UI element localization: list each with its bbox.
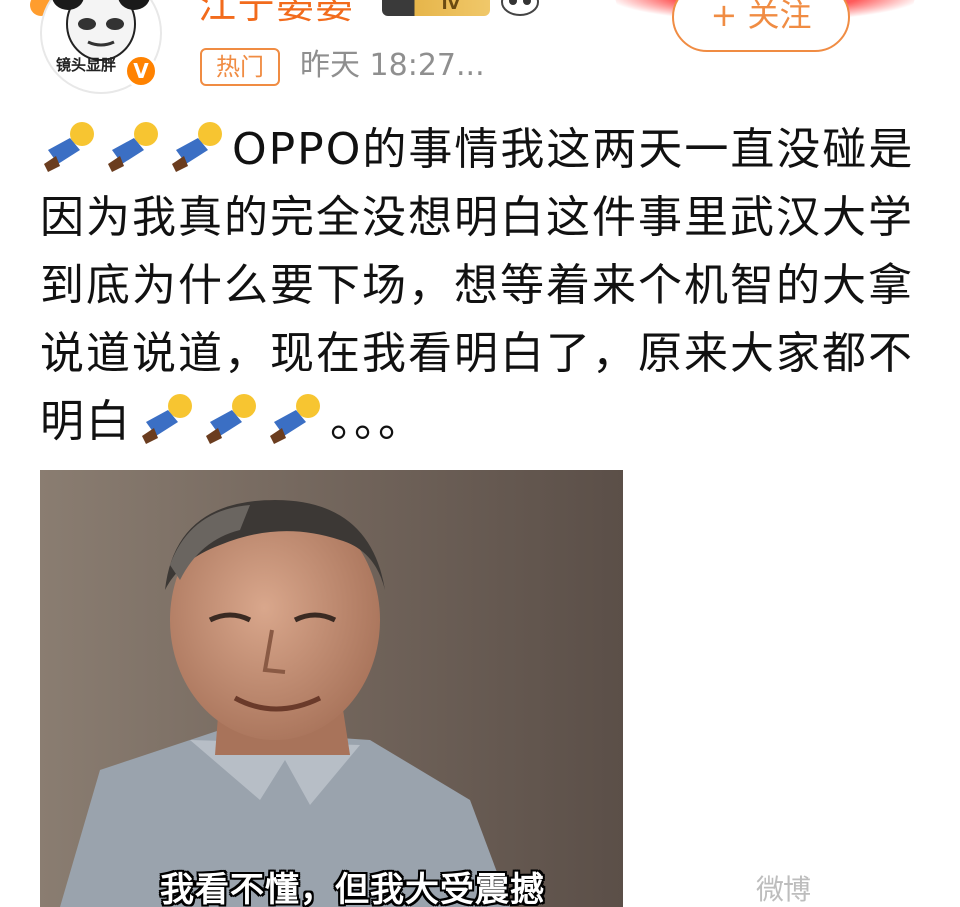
verified-badge-icon: V bbox=[124, 54, 158, 88]
kneel-emoji-icon bbox=[142, 394, 192, 444]
kneel-emoji-icon bbox=[172, 122, 222, 172]
follow-button[interactable]: + 关注 bbox=[672, 0, 850, 52]
kneel-emoji-icon bbox=[206, 394, 256, 444]
meme-photo-illustration bbox=[40, 470, 623, 907]
ellipsis-text: 。。。 bbox=[330, 396, 424, 447]
image-caption: 我看不懂，但我大受震撼 bbox=[160, 870, 545, 907]
hot-tag: 热门 bbox=[200, 48, 280, 86]
post-image[interactable]: 我看不懂，但我大受震撼 bbox=[40, 470, 623, 907]
username[interactable]: 江宁晏晏 bbox=[198, 0, 354, 29]
kneel-emoji-icon bbox=[270, 394, 320, 444]
post-text: OPPO的事情我这两天一直没碰是因为我真的完全没想明白这件事里武汉大学到底为什么… bbox=[40, 116, 920, 456]
level-badge[interactable]: IV bbox=[382, 0, 490, 16]
post-time: 昨天 18:27... bbox=[300, 48, 485, 83]
kneel-emoji-icon bbox=[108, 122, 158, 172]
avatar-caption: 镜头显胖 bbox=[56, 56, 117, 74]
watermark: 微博 bbox=[756, 873, 811, 906]
panda-icon bbox=[501, 0, 539, 16]
kneel-emoji-icon bbox=[44, 122, 94, 172]
weibo-post: 镜头显胖 V 江宁晏晏 IV 热门 昨天 18:27... + 关注 OPPO的… bbox=[0, 0, 960, 907]
